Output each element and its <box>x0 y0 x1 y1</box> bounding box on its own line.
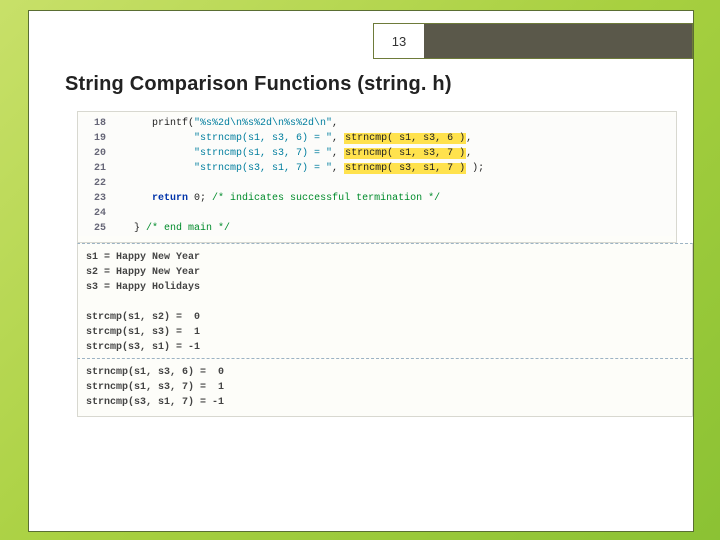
code-line: 18 printf("%s%2d\n%s%2d\n%s%2d\n", <box>78 116 676 131</box>
header-bar: 13 <box>373 23 693 59</box>
code-line: 22 <box>78 176 676 191</box>
code-line: 20 "strncmp(s1, s3, 7) = ", strncmp( s1,… <box>78 146 676 161</box>
code-line: 24 <box>78 206 676 221</box>
slide-title: String Comparison Functions (string. h) <box>65 73 452 96</box>
output-block-2: strncmp(s1, s3, 6) = 0 strncmp(s1, s3, 7… <box>77 358 693 417</box>
code-line: 23 return 0; /* indicates successful ter… <box>78 191 676 206</box>
code-line: 19 "strncmp(s1, s3, 6) = ", strncmp( s1,… <box>78 131 676 146</box>
page-number: 13 <box>374 24 424 58</box>
slide-frame: 13 String Comparison Functions (string. … <box>28 10 694 532</box>
code-line: 21 "strncmp(s3, s1, 7) = ", strncmp( s3,… <box>78 161 676 176</box>
output-block-1: s1 = Happy New Year s2 = Happy New Year … <box>77 243 693 362</box>
code-line: 25 } /* end main */ <box>78 221 676 236</box>
code-block: 18 printf("%s%2d\n%s%2d\n%s%2d\n",19 "st… <box>77 111 677 243</box>
